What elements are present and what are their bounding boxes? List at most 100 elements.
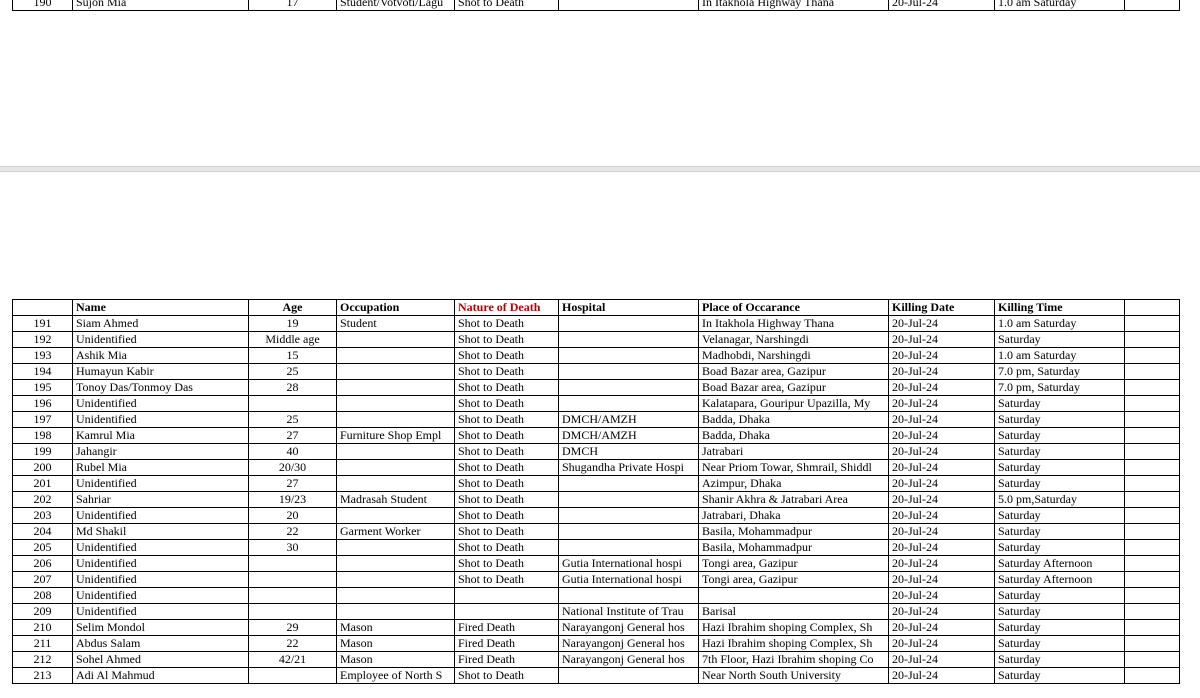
cell-date: 20-Jul-24	[888, 667, 995, 684]
cell-age	[248, 555, 337, 572]
cell-time: 7.0 pm, Saturday	[994, 363, 1125, 380]
cell-time: Saturday	[994, 587, 1125, 604]
cell-date: 20-Jul-24	[888, 411, 995, 428]
cell-place: Kalatapara, Gouripur Upazilla, My	[698, 395, 889, 412]
cell-no: 203	[12, 507, 73, 524]
cell-place: Badda, Dhaka	[698, 411, 889, 428]
table-row: 206 Unidentified Shot to Death Gutia Intern…	[12, 555, 1180, 572]
cell-no: 192	[12, 331, 73, 348]
cell-date: 20-Jul-24	[888, 635, 995, 652]
cell-name: Jahangir	[72, 443, 249, 460]
cell-age	[248, 603, 337, 620]
cell-nature	[454, 587, 559, 604]
cell-empty	[1124, 0, 1180, 11]
cell-date: 20-Jul-24	[888, 539, 995, 556]
cell-age: 15	[248, 347, 337, 364]
cell-empty	[1124, 555, 1180, 572]
header-occupation: Occupation	[336, 299, 455, 316]
cell-no: 198	[12, 427, 73, 444]
cell-nature: Shot to Death	[454, 507, 559, 524]
cell-name: Unidentified	[72, 395, 249, 412]
cell-date: 20-Jul-24	[888, 459, 995, 476]
table-row: 196 Unidentified Shot to Death Kalatapara, …	[12, 395, 1180, 412]
cell-date: 20-Jul-24	[888, 427, 995, 444]
cell-name: Adi Al Mahmud	[72, 667, 249, 684]
cell-nature: Fired Death	[454, 651, 559, 668]
cell-occupation	[336, 539, 455, 556]
cell-no: 194	[12, 363, 73, 380]
cell-empty	[1124, 411, 1180, 428]
cell-occupation: Garment Worker	[336, 523, 455, 540]
cell-place: Near Priom Towar, Shmrail, Shiddl	[698, 459, 889, 476]
cell-place: Basila, Mohammadpur	[698, 539, 889, 556]
cell-age: 40	[248, 443, 337, 460]
cell-place: Velanagar, Narshingdi	[698, 331, 889, 348]
cell-occupation: Madrasah Student	[336, 491, 455, 508]
cell-occupation: Mason	[336, 619, 455, 636]
table-row: 193 Ashik Mia 15 Shot to Death Madhobdi, Nar…	[12, 347, 1180, 364]
cell-time: Saturday	[994, 667, 1125, 684]
cell-place: Near North South University	[698, 667, 889, 684]
cell-hospital	[558, 347, 699, 364]
cell-occupation	[336, 443, 455, 460]
header-row: Name Age Occupation Nature of Death Hosp…	[12, 299, 1180, 316]
cell-nature: Shot to Death	[454, 443, 559, 460]
cell-age: 30	[248, 539, 337, 556]
cell-name: Sujon Mia	[72, 0, 249, 11]
table-row: 213 Adi Al Mahmud Employee of North S Shot …	[12, 667, 1180, 684]
cell-hospital: DMCH/AMZH	[558, 427, 699, 444]
cell-nature: Shot to Death	[454, 0, 559, 11]
cell-date: 20-Jul-24	[888, 475, 995, 492]
cell-nature: Shot to Death	[454, 459, 559, 476]
header-place: Place of Occarance	[698, 299, 889, 316]
cell-occupation	[336, 347, 455, 364]
cell-empty	[1124, 491, 1180, 508]
cell-place: Boad Bazar area, Gazipur	[698, 379, 889, 396]
cell-hospital	[558, 587, 699, 604]
cell-time: Saturday	[994, 635, 1125, 652]
cell-hospital: Narayangonj General hos	[558, 619, 699, 636]
cell-empty	[1124, 475, 1180, 492]
cell-occupation	[336, 555, 455, 572]
cell-nature: Shot to Death	[454, 475, 559, 492]
cell-age: 27	[248, 475, 337, 492]
cell-no: 193	[12, 347, 73, 364]
cell-empty	[1124, 347, 1180, 364]
cell-nature: Shot to Death	[454, 667, 559, 684]
cell-date: 20-Jul-24	[888, 443, 995, 460]
table-row: 194 Humayun Kabir 25 Shot to Death Boad Baza…	[12, 363, 1180, 380]
cell-hospital	[558, 507, 699, 524]
cell-occupation: Student/Votvoti/Lagu	[336, 0, 455, 11]
cell-empty	[1124, 331, 1180, 348]
cell-date: 20-Jul-24	[888, 603, 995, 620]
cell-hospital: DMCH/AMZH	[558, 411, 699, 428]
cell-name: Unidentified	[72, 331, 249, 348]
cell-nature: Shot to Death	[454, 523, 559, 540]
cell-age	[248, 667, 337, 684]
cell-place: Hazi Ibrahim shoping Complex, Sh	[698, 635, 889, 652]
cell-hospital	[558, 475, 699, 492]
cell-empty	[1124, 315, 1180, 332]
cell-age: 22	[248, 523, 337, 540]
cell-time: Saturday	[994, 539, 1125, 556]
cell-age: 27	[248, 427, 337, 444]
cell-empty	[1124, 619, 1180, 636]
cell-time: Saturday	[994, 603, 1125, 620]
cell-hospital	[558, 395, 699, 412]
cell-nature: Shot to Death	[454, 363, 559, 380]
cell-age: 29	[248, 619, 337, 636]
cell-date: 20-Jul-24	[888, 395, 995, 412]
header-nature-of-death: Nature of Death	[454, 299, 559, 316]
cell-no: 196	[12, 395, 73, 412]
table-row: 195 Tonoy Das/Tonmoy Das 28 Shot to Death Bo…	[12, 379, 1180, 396]
cell-nature: Shot to Death	[454, 427, 559, 444]
cell-name: Unidentified	[72, 587, 249, 604]
cell-no: 206	[12, 555, 73, 572]
cell-nature: Shot to Death	[454, 379, 559, 396]
cell-empty	[1124, 587, 1180, 604]
cell-empty	[1124, 571, 1180, 588]
cell-date: 20-Jul-24	[888, 523, 995, 540]
cell-time: Saturday	[994, 459, 1125, 476]
cell-hospital	[558, 315, 699, 332]
cell-occupation: Employee of North S	[336, 667, 455, 684]
